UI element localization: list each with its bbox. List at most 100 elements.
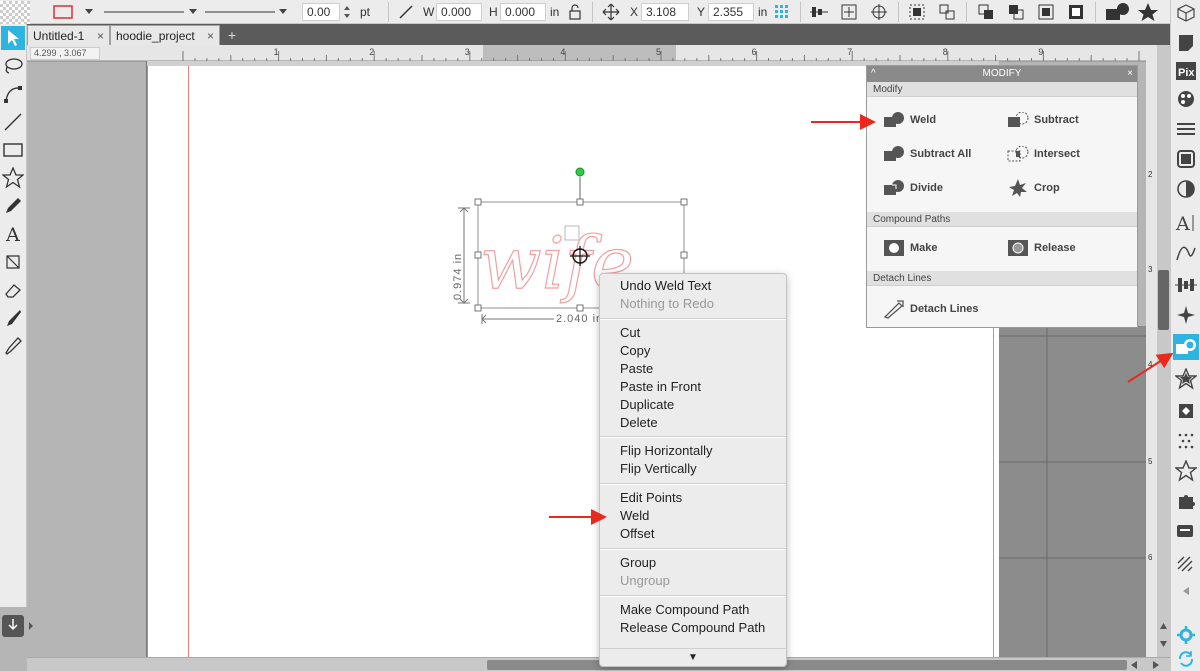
close-icon[interactable]: × [1127,66,1133,82]
menu-item-flip-horizontally[interactable]: Flip Horizontally [620,442,712,460]
menu-item-delete[interactable]: Delete [620,414,658,432]
section-compound-paths: Compound Paths [867,212,1137,227]
line-tool-icon[interactable] [1,110,25,134]
offset-panel-icon[interactable] [1173,366,1199,392]
menu-item-flip-vertically[interactable]: Flip Vertically [620,460,697,478]
ruler-label: 1 [274,47,279,57]
library-panel-toggle[interactable] [0,607,40,647]
replicate-icon[interactable] [1173,302,1199,328]
divide-button[interactable]: Divide [883,177,943,199]
hatch-pattern-icon[interactable] [1173,552,1199,578]
vertical-scrollbar[interactable] [1157,45,1170,657]
weld-button[interactable]: Weld [883,109,936,131]
ruler-label: 2 [1148,170,1153,179]
svg-text:Pix: Pix [1178,67,1195,79]
modify-panel-icon[interactable] [1173,334,1199,360]
left-toolbar: A [0,24,27,607]
context-menu: Undo Weld Text Nothing to Redo Cut Copy … [599,273,787,667]
panel-title: MODIFY [982,68,1022,79]
horizontal-ruler: 1 2 3 4 5 6 7 8 9 [27,45,1157,62]
height-dimension-label: 0.974 in [452,252,464,300]
knife-tool-icon[interactable] [1,306,25,330]
menu-item-paste[interactable]: Paste [620,360,653,378]
subtract-all-button[interactable]: Subtract All [883,143,971,165]
menu-item-paste-in-front[interactable]: Paste in Front [620,378,701,396]
settings-gear-icon[interactable] [1173,622,1199,648]
detach-lines-button[interactable]: Detach Lines [883,298,978,320]
rotate-handle[interactable] [575,167,585,177]
release-compound-icon [1008,240,1028,256]
svg-text:A: A [5,224,20,244]
make-compound-button[interactable]: Make [883,237,938,259]
rectangle-tool-icon[interactable] [1,138,25,162]
svg-text:A: A [1175,213,1190,234]
section-detach-lines: Detach Lines [867,271,1137,286]
menu-scroll-down-icon[interactable]: ▼ [600,648,786,666]
align-panel-icon[interactable] [1173,272,1199,298]
page-setup-icon[interactable] [1173,30,1199,56]
crop-button[interactable]: Crop [1007,177,1060,199]
subtract-button[interactable]: Subtract [1007,109,1079,131]
release-compound-button[interactable]: Release [1007,237,1076,259]
pixscan-icon[interactable]: Pix [1173,58,1199,84]
menu-item-release-compound-path[interactable]: Release Compound Path [620,619,765,637]
menu-item-edit-points[interactable]: Edit Points [620,489,682,507]
text-style-icon[interactable]: A [1173,210,1199,236]
text-tool-icon[interactable]: A [1,222,25,246]
vertical-scroll-thumb[interactable] [1158,270,1169,330]
right-panel-toolbar: Pix A [1170,0,1200,671]
select-tool-icon[interactable] [1,26,25,50]
eraser-tool-icon[interactable] [1,278,25,302]
menu-item-make-compound-path[interactable]: Make Compound Path [620,601,749,619]
ruler-label: 6 [1148,553,1153,562]
cutting-mat-region [999,326,1157,657]
ruler-label: 4 [560,47,565,57]
menu-item-group[interactable]: Group [620,554,656,572]
width-dimension-label: 2.040 in [554,313,606,325]
eyedropper-tool-icon[interactable] [1,334,25,358]
bezier-tool-icon[interactable] [1,82,25,106]
ruler-label: 9 [1038,47,1043,57]
menu-item-weld[interactable]: Weld [620,507,649,525]
crop-label: Crop [1034,182,1060,194]
3d-cube-icon[interactable] [1173,0,1199,26]
divide-icon [884,180,904,195]
sketch-panel-icon[interactable] [1173,428,1199,454]
menu-item-duplicate[interactable]: Duplicate [620,396,674,414]
collapse-panel-icon[interactable] [1173,578,1199,604]
image-panel-icon[interactable] [1173,146,1199,172]
pencil-tool-icon[interactable] [1,194,25,218]
intersect-icon [1007,146,1029,162]
subtract-icon [1008,112,1029,127]
transparency-icon[interactable] [1173,176,1199,202]
trace-panel-icon[interactable] [1173,398,1199,424]
line-style-panel-icon[interactable] [1173,116,1199,142]
ruler-label: 7 [847,47,852,57]
menu-item-offset[interactable]: Offset [620,525,654,543]
menu-item-copy[interactable]: Copy [620,342,650,360]
horizontal-scroll-thumb[interactable] [487,660,1127,670]
lasso-tool-icon[interactable] [1,54,25,78]
intersect-label: Intersect [1034,148,1080,160]
modify-panel: ^ MODIFY × Modify Weld Subtract Subtract… [866,65,1138,328]
ruler-label: 6 [752,47,757,57]
vertical-ruler: 2 3 4 5 6 [1146,60,1157,657]
collapse-icon[interactable]: ^ [871,66,876,82]
weld-icon [884,112,904,127]
crop-icon [1009,179,1027,197]
subtract-all-label: Subtract All [910,148,972,160]
release-label: Release [1034,242,1076,254]
make-label: Make [910,242,938,254]
send-panel-icon[interactable] [1173,518,1199,544]
intersect-button[interactable]: Intersect [1007,143,1080,165]
menu-item-cut[interactable]: Cut [620,324,640,342]
sync-icon[interactable] [1173,646,1199,671]
library-star-icon[interactable] [1173,458,1199,484]
text-on-path-icon[interactable] [1173,240,1199,266]
cursor-coordinates: 4.299 , 3.067 [30,47,100,60]
fill-panel-icon[interactable] [1173,86,1199,112]
puzzle-icon[interactable] [1173,488,1199,514]
knife-scroll-tool-icon[interactable] [1,250,25,274]
menu-item-undo[interactable]: Undo Weld Text [620,277,711,295]
polygon-tool-icon[interactable] [1,166,25,190]
